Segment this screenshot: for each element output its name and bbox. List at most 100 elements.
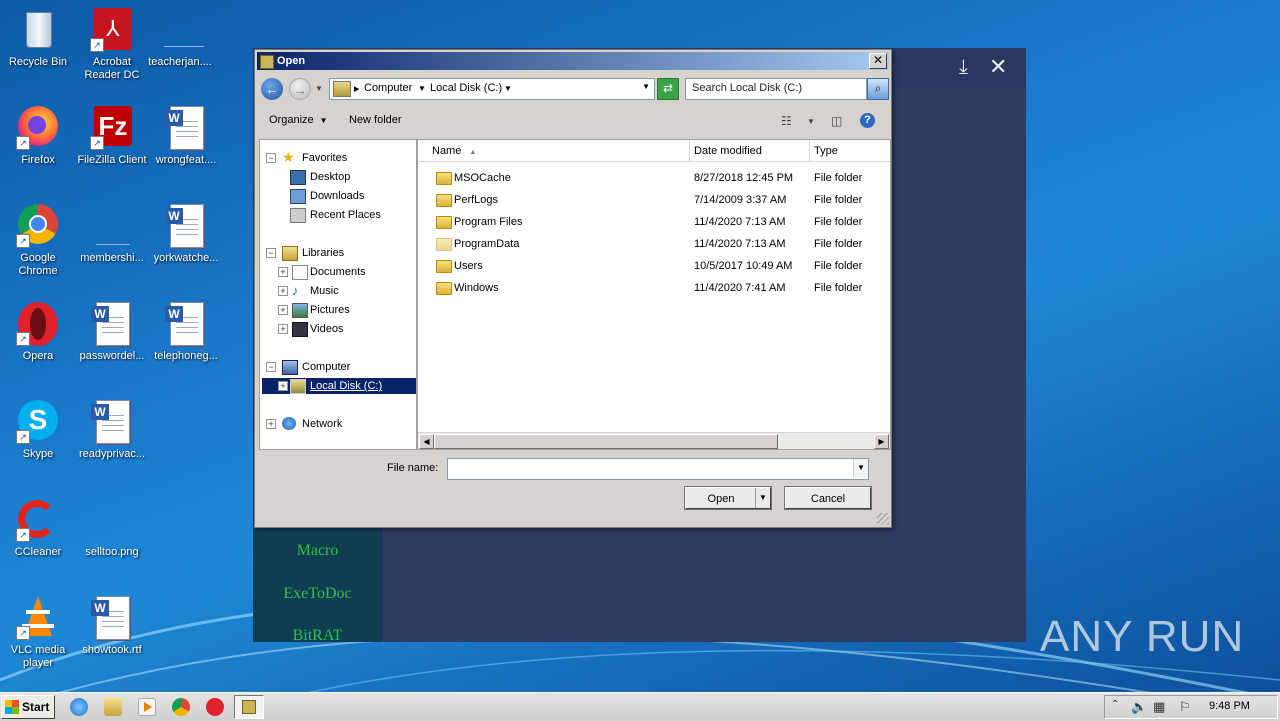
column-header-date[interactable]: Date modified [690, 140, 810, 162]
file-row[interactable]: Windows 11/4/2020 7:41 AM File folder [418, 277, 890, 299]
expand-icon[interactable]: + [278, 286, 288, 296]
recent-pages-dropdown[interactable]: ▼ [315, 84, 323, 93]
folder-icon [436, 194, 452, 207]
breadcrumb-separator[interactable]: ▼ [418, 84, 426, 93]
search-input[interactable]: Search Local Disk (C:) [685, 78, 867, 100]
scroll-right-icon[interactable]: ▶ [874, 434, 889, 449]
active-window-button[interactable] [234, 695, 264, 719]
desktop-icon-label: wrongfeat.... [155, 154, 217, 166]
scroll-left-icon[interactable]: ◀ [419, 434, 434, 449]
dialog-titlebar[interactable]: Open ✕ [257, 52, 889, 70]
word-document-icon: W [164, 204, 208, 248]
chrome-taskbar-icon[interactable] [172, 698, 190, 716]
back-button[interactable]: ← [261, 78, 283, 100]
tree-item-local-disk[interactable]: + Local Disk (C:) [262, 378, 416, 394]
file-row[interactable]: MSOCache 8/27/2018 12:45 PM File folder [418, 167, 890, 189]
media-player-icon[interactable] [138, 698, 156, 716]
expand-icon[interactable]: + [278, 324, 288, 334]
resize-grip[interactable] [877, 513, 889, 525]
help-icon[interactable]: ? [860, 113, 875, 128]
desktop-icon-acrobat[interactable]: ⅄ ↗ Acrobat Reader DC [74, 6, 150, 82]
opera-taskbar-icon[interactable] [206, 698, 224, 716]
desktop-icon-teacherjan[interactable]: teacherjan.... [142, 6, 218, 69]
desktop-icon-label: telephoneg... [154, 350, 218, 362]
desktop-icon-firefox[interactable]: ↗ Firefox [0, 104, 76, 167]
navigation-pane: − ★ Favorites Desktop Downloads Recent P… [259, 139, 417, 450]
new-folder-button[interactable]: New folder [349, 114, 402, 126]
desktop-icon-filezilla[interactable]: Fz ↗ FileZilla Client [74, 104, 150, 167]
close-icon[interactable]: ✕ [989, 54, 1007, 80]
collapse-icon[interactable]: − [266, 153, 276, 163]
shortcut-arrow-icon: ↗ [16, 234, 30, 248]
collapse-icon[interactable]: − [266, 248, 276, 258]
breadcrumb-local-disk[interactable]: Local Disk (C:) [430, 82, 502, 94]
desktop-icon-selltoo[interactable]: selltoo.png [74, 496, 150, 559]
sidebar-item-macro[interactable]: Macro [253, 542, 382, 560]
dialog-close-button[interactable]: ✕ [869, 53, 887, 69]
sidebar-item-bitrat[interactable]: BitRAT [253, 627, 382, 645]
network-icon [282, 417, 296, 430]
file-row[interactable]: Users 10/5/2017 10:49 AM File folder [418, 255, 890, 277]
preview-pane-icon[interactable]: ◫ [831, 114, 842, 128]
desktop-icon-telephoneg[interactable]: W telephoneg... [148, 300, 224, 363]
column-header-name[interactable]: Name ▲ [418, 140, 690, 162]
open-button[interactable]: Open ▼ [684, 486, 772, 510]
sidebar-item-exetodoc[interactable]: ExeToDoc [253, 585, 382, 603]
file-row[interactable]: ProgramData 11/4/2020 7:13 AM File folde… [418, 233, 890, 255]
column-header-type[interactable]: Type [810, 140, 890, 162]
download-icon[interactable]: ⤓ [959, 56, 968, 79]
breadcrumb-separator[interactable]: ▼ [504, 84, 512, 93]
desktop-icon-skype[interactable]: S ↗ Skype [0, 398, 76, 461]
action-center-flag-icon[interactable]: ⚐ [1179, 699, 1191, 715]
view-dropdown[interactable]: ▼ [807, 117, 815, 126]
refresh-button[interactable]: ⇄ [657, 78, 679, 100]
file-name-input[interactable]: ▼ [447, 458, 869, 480]
desktop-icon-opera[interactable]: ↗ Opera [0, 300, 76, 363]
shortcut-arrow-icon: ↗ [16, 136, 30, 150]
internet-explorer-icon[interactable] [70, 698, 88, 716]
open-dialog: Open ✕ ← → ▼ ▸ Computer ▼ Local Disk (C:… [254, 49, 892, 528]
desktop-icon-readyprivac[interactable]: W readyprivac... [74, 398, 150, 461]
cancel-button[interactable]: Cancel [784, 486, 872, 510]
file-row[interactable]: Program Files 11/4/2020 7:13 AM File fol… [418, 211, 890, 233]
network-tray-icon[interactable]: ▦ [1153, 699, 1165, 715]
desktop-icon-membership[interactable]: membershi... [74, 202, 150, 265]
address-dropdown[interactable]: ▼ [642, 82, 650, 91]
desktop-icon-wrongfeat[interactable]: W wrongfeat.... [148, 104, 224, 167]
expand-icon[interactable]: + [278, 381, 288, 391]
desktop-icon-ccleaner[interactable]: ↗ CCleaner [0, 496, 76, 559]
expand-icon[interactable]: + [266, 419, 276, 429]
file-name-dropdown[interactable]: ▼ [853, 459, 868, 477]
expand-icon[interactable]: + [278, 305, 288, 315]
open-options-dropdown[interactable]: ▼ [755, 488, 770, 508]
desktop-icon-passwordel[interactable]: W passwordel... [74, 300, 150, 363]
collapse-icon[interactable]: − [266, 362, 276, 372]
clock[interactable]: 9:48 PM [1209, 700, 1250, 712]
desktop-icon-label: Recycle Bin [8, 56, 68, 68]
breadcrumb-computer[interactable]: Computer [364, 82, 412, 94]
organize-button[interactable]: Organize ▼ [269, 114, 328, 126]
change-view-icon[interactable]: ☷ [781, 114, 792, 128]
desktop-icon-recycle-bin[interactable]: Recycle Bin [0, 6, 76, 69]
show-hidden-icons[interactable]: ⌃ [1111, 699, 1119, 710]
search-button[interactable]: ⌕ [867, 78, 889, 100]
word-document-icon: W [90, 596, 134, 640]
desktop-icon-chrome[interactable]: ↗ Google Chrome [0, 202, 76, 278]
horizontal-scrollbar[interactable]: ◀ ▶ [418, 432, 890, 449]
desktop-icon-vlc[interactable]: ↗ VLC media player [0, 594, 76, 670]
file-row[interactable]: PerfLogs 7/14/2009 3:37 AM File folder [418, 189, 890, 211]
word-document-icon: W [90, 302, 134, 346]
word-document-icon: W [164, 106, 208, 150]
desktop-icon-yorkwatche[interactable]: W yorkwatche... [148, 202, 224, 265]
address-bar[interactable]: ▸ Computer ▼ Local Disk (C:) ▼ ▼ [329, 78, 655, 100]
acrobat-reader-icon: ⅄ ↗ [90, 8, 134, 52]
desktop-icon-showtook[interactable]: W showtook.rtf [74, 594, 150, 657]
desktop-icon-label: showtook.rtf [82, 644, 142, 656]
scrollbar-thumb[interactable] [434, 434, 778, 449]
volume-icon[interactable]: 🔈 [1131, 699, 1147, 715]
expand-icon[interactable]: + [278, 267, 288, 277]
explorer-icon[interactable] [104, 698, 122, 716]
start-button[interactable]: Start [1, 695, 55, 719]
forward-button[interactable]: → [289, 78, 311, 100]
system-tray: ⌃ 🔈 ▦ ⚐ 9:48 PM [1104, 695, 1278, 719]
